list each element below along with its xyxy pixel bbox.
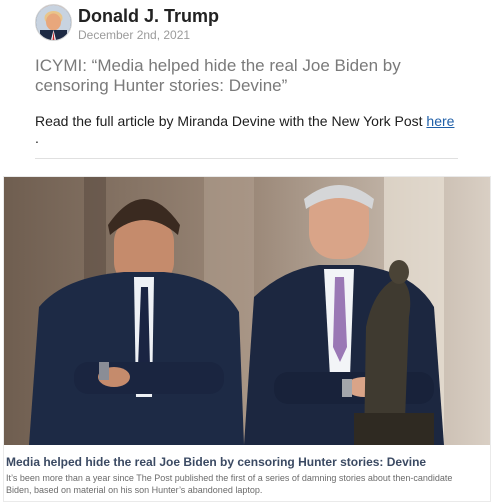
divider — [35, 158, 458, 159]
social-post: Donald J. Trump December 2nd, 2021 ICYMI… — [0, 0, 491, 502]
card-description: It’s been more than a year since The Pos… — [6, 473, 453, 495]
card-title[interactable]: Media helped hide the real Joe Biden by … — [6, 455, 486, 469]
author-name[interactable]: Donald J. Trump — [78, 6, 219, 27]
avatar[interactable] — [35, 4, 72, 41]
post-body: Read the full article by Miranda Devine … — [35, 113, 455, 147]
post-header: Donald J. Trump December 2nd, 2021 — [35, 4, 455, 44]
post-date: December 2nd, 2021 — [78, 28, 191, 42]
body-prefix: Read the full article by Miranda Devine … — [35, 113, 427, 129]
link-preview-card[interactable]: Media helped hide the real Joe Biden by … — [3, 176, 491, 502]
article-link[interactable]: here — [426, 113, 454, 129]
article-image[interactable] — [4, 177, 490, 445]
post-headline: ICYMI: “Media helped hide the real Joe B… — [35, 56, 401, 95]
body-suffix: . — [35, 130, 39, 146]
